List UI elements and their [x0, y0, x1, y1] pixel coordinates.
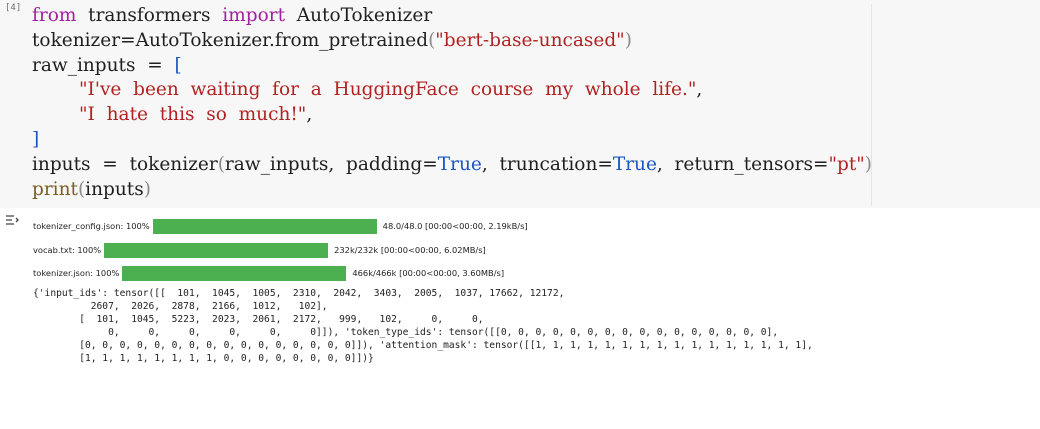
progress-label: tokenizer_config.json: 100% — [33, 221, 150, 231]
open-bracket: [ — [174, 54, 182, 76]
string-sentence-1: "I've been waiting for a HuggingFace cou… — [79, 79, 697, 101]
keyword-from: from — [32, 5, 77, 26]
string-sentence-2: "I hate this so much!" — [79, 104, 307, 126]
progress-row-tokenizer-config: tokenizer_config.json: 100% 48.0/48.0 [0… — [33, 218, 528, 234]
comma: , — [306, 104, 313, 126]
import-name: AutoTokenizer — [296, 5, 433, 26]
progress-stats: 232k/232k [00:00<00:00, 6.02MB/s] — [334, 245, 486, 255]
code-line-3: raw_inputs = [ — [32, 55, 182, 76]
call-args: , return_tensors= — [656, 153, 829, 175]
progress-label: tokenizer.json: 100% — [33, 268, 120, 278]
raw-inputs-var: raw_inputs — [32, 54, 136, 76]
output-text: {'input_ids': tensor([[ 101, 1045, 1005,… — [33, 288, 813, 364]
code-line-2: tokenizer=AutoTokenizer.from_pretrained(… — [32, 29, 632, 51]
output-toggle-icon[interactable] — [5, 214, 21, 228]
print-call: print — [32, 178, 78, 200]
assign-op: = — [102, 153, 118, 175]
progress-row-tokenizer-json: tokenizer.json: 100% 466k/466k [00:00<00… — [33, 265, 504, 281]
execution-count: [4] — [5, 3, 22, 13]
call-args: , truncation= — [481, 153, 613, 175]
code-line-8: print(inputs) — [32, 178, 151, 200]
assign-op: = — [147, 54, 163, 76]
module-name: transformers — [88, 5, 211, 26]
inputs-var: inputs — [32, 153, 91, 175]
code-editor[interactable]: from transformers import AutoTokenizer t… — [32, 4, 872, 202]
literal-true: True — [612, 153, 657, 175]
progress-bar — [152, 218, 377, 234]
model-name-string: "bert-base-uncased" — [435, 29, 625, 51]
progress-row-vocab: vocab.txt: 100% 232k/232k [00:00<00:00, … — [33, 242, 486, 258]
call-args: raw_inputs, padding= — [224, 153, 438, 175]
print-arg: inputs — [85, 178, 144, 200]
code-line-4: "I've been waiting for a HuggingFace cou… — [32, 79, 702, 100]
progress-label: vocab.txt: 100% — [33, 245, 102, 255]
code-line-5: "I hate this so much!", — [32, 104, 312, 125]
progress-stats: 466k/466k [00:00<00:00, 3.60MB/s] — [352, 268, 505, 278]
code-line-6: ] — [32, 129, 39, 150]
progress-bar — [122, 265, 347, 281]
tokenizer-call: tokenizer — [129, 153, 218, 175]
string-pt: "pt" — [828, 153, 865, 175]
progress-stats: 48.0/48.0 [00:00<00:00, 2.19kB/s] — [382, 221, 528, 231]
code-line-1: from transformers import AutoTokenizer — [32, 5, 432, 26]
comma: , — [696, 79, 703, 101]
keyword-import: import — [222, 5, 285, 26]
tokenizer-assign: tokenizer=AutoTokenizer.from_pretrained — [32, 29, 429, 51]
literal-true: True — [437, 153, 482, 175]
close-bracket: ] — [32, 128, 40, 150]
code-line-7: inputs = tokenizer(raw_inputs, padding=T… — [32, 153, 872, 175]
progress-bar — [104, 242, 329, 258]
code-cell[interactable]: [4] from transformers import AutoTokeniz… — [0, 0, 1040, 208]
